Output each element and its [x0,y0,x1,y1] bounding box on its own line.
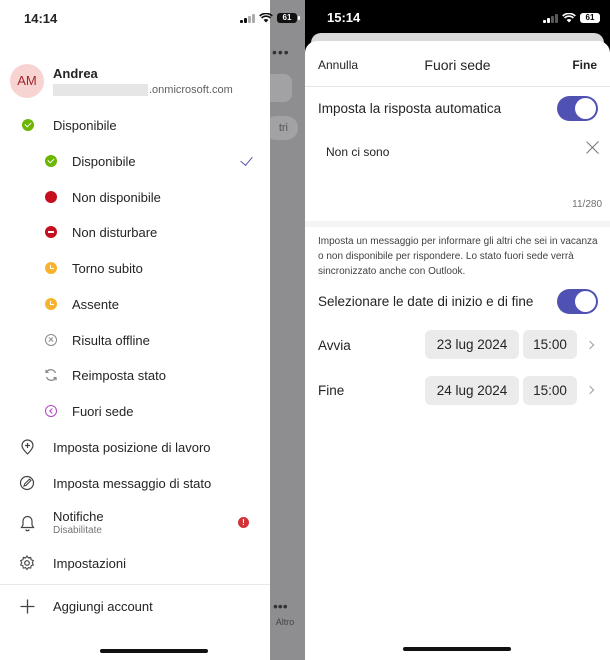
more-options-icon: ••• [272,44,290,60]
chevron-right-icon [585,340,595,350]
home-indicator[interactable] [100,649,208,653]
status-option-label: Disponibile [72,153,136,169]
status-option-label: Non disturbare [72,224,158,240]
status-option-away[interactable]: Assente [0,296,270,312]
end-date-picker[interactable]: 24 lug 2024 [425,376,519,405]
sheet-nav-bar: Annulla Fuori sede Fine [305,41,610,87]
dates-row: Selezionare le date di inizio e di fine [318,293,598,318]
settings-label: Impostazioni [53,555,126,571]
status-time: 15:14 [327,10,361,25]
away-icon [43,296,59,312]
start-date-picker[interactable]: 23 lug 2024 [425,330,519,359]
dimmed-background-app[interactable]: ••• tri ••• Altro [260,0,305,660]
start-time-picker[interactable]: 15:00 [523,330,577,359]
status-bar: 15:14 61 [305,0,610,36]
status-option-label: Reimposta stato [72,367,166,383]
avatar: AM [10,64,44,98]
available-icon [20,117,36,133]
work-location-label: Imposta posizione di lavoro [53,439,211,455]
notifications-sublabel: Disabilitate [53,525,102,536]
signal-icon [543,13,558,23]
battery-icon: 61 [277,13,300,23]
work-location-item[interactable]: Imposta posizione di lavoro [0,439,270,455]
signal-icon [240,13,255,23]
edit-status-icon [19,475,35,491]
gear-icon [19,555,35,571]
bell-icon [19,515,35,531]
dates-toggle[interactable] [557,289,598,314]
status-option-brb[interactable]: Torno subito [0,260,270,276]
profile-name: Andrea [53,66,98,81]
status-icons: 61 [543,13,603,23]
done-button[interactable]: Fine [572,58,597,72]
status-message-label: Imposta messaggio di stato [53,475,212,491]
error-badge: ! [238,517,249,528]
clear-message-icon[interactable] [586,140,600,154]
end-label: Fine [318,383,345,398]
left-screen: ••• tri ••• Altro 14:14 61 AM Andrea .on… [0,0,305,660]
divider [0,584,270,585]
email-redaction [53,84,148,96]
add-account-label: Aggiungi account [53,598,153,614]
status-icons: 61 [240,13,300,23]
auto-reply-row: Imposta la risposta automatica [318,100,598,125]
current-status-label: Disponibile [53,117,117,133]
wifi-icon [562,13,576,23]
home-indicator[interactable] [403,647,511,651]
status-option-label: Non disponibile [72,189,161,205]
status-option-label: Risulta offline [72,332,150,348]
checkmark-icon [240,153,253,166]
status-message-item[interactable]: Imposta messaggio di stato [0,475,270,491]
status-option-dnd[interactable]: Non disturbare [0,224,270,240]
auto-reply-message-input[interactable]: Non ci sono [326,145,389,159]
auto-reply-label: Imposta la risposta automatica [318,101,502,116]
status-option-busy[interactable]: Non disponibile [0,189,270,205]
profile-header[interactable]: AM Andrea .onmicrosoft.com [10,64,233,98]
add-account-item[interactable]: Aggiungi account [0,598,270,614]
account-drawer: 14:14 61 AM Andrea .onmicrosoft.com Disp… [0,0,300,660]
be-right-back-icon [43,260,59,276]
sheet-title: Fuori sede [424,57,491,73]
offline-icon [43,332,59,348]
notifications-label: Notifiche [53,509,104,524]
status-option-offline[interactable]: Risulta offline [0,332,270,348]
reset-icon [43,367,59,383]
out-of-office-icon [43,403,59,419]
more-tab-icon: ••• [273,598,288,614]
status-time: 14:14 [24,11,58,26]
profile-email: .onmicrosoft.com [53,84,233,96]
do-not-disturb-icon [43,224,59,240]
status-bar: 14:14 61 [0,0,300,36]
status-option-reset[interactable]: Reimposta stato [0,367,270,383]
wifi-icon [259,13,273,23]
status-option-label: Assente [72,296,119,312]
auto-reply-toggle[interactable] [557,96,598,121]
chevron-right-icon [585,385,595,395]
out-of-office-sheet: Annulla Fuori sede Fine Imposta la rispo… [305,41,610,660]
battery-icon: 61 [580,13,603,23]
status-option-label: Fuori sede [72,403,134,419]
notifications-item[interactable]: Notifiche Disabilitate ! [0,508,270,538]
start-label: Avvia [318,338,351,353]
plus-icon [19,598,35,614]
available-icon [43,153,59,169]
more-tab-label: Altro [275,617,295,627]
busy-icon [43,189,59,205]
character-counter: 11/280 [572,199,602,210]
right-screen: 15:14 61 Annulla Fuori sede Fine Imposta… [305,0,610,660]
status-option-out-of-office[interactable]: Fuori sede [0,403,270,419]
out-of-office-description: Imposta un messaggio per informare gli a… [318,236,598,277]
dates-label: Selezionare le date di inizio e di fine [318,294,534,309]
current-status-row[interactable]: Disponibile [0,117,270,133]
end-time-picker[interactable]: 15:00 [523,376,577,405]
section-divider [305,221,610,227]
location-pin-icon [19,439,35,455]
settings-item[interactable]: Impostazioni [0,555,270,571]
email-domain: .onmicrosoft.com [149,84,233,96]
status-option-available[interactable]: Disponibile [0,153,270,169]
status-option-label: Torno subito [72,260,143,276]
